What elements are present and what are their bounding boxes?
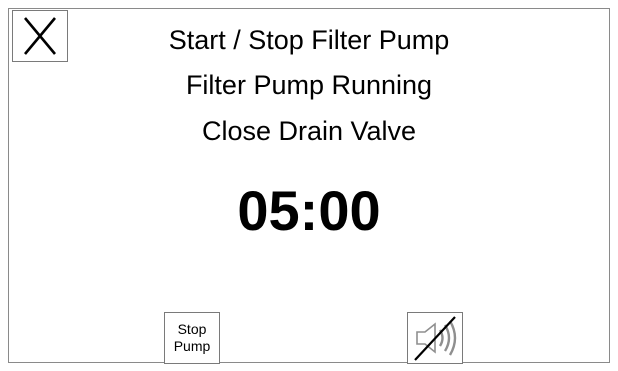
page-title: Start / Stop Filter Pump xyxy=(168,25,450,55)
speaker-muted-icon xyxy=(414,316,457,361)
stop-pump-label-line1: Stop xyxy=(177,321,207,337)
stop-pump-button[interactable]: Stop Pump xyxy=(164,312,220,364)
countdown-timer: 05:00 xyxy=(237,179,381,242)
mute-button[interactable] xyxy=(407,312,463,364)
pump-status-text: Filter Pump Running xyxy=(185,70,433,100)
instruction-text: Close Drain Valve xyxy=(201,116,417,146)
stop-pump-label-line2: Pump xyxy=(173,338,211,354)
